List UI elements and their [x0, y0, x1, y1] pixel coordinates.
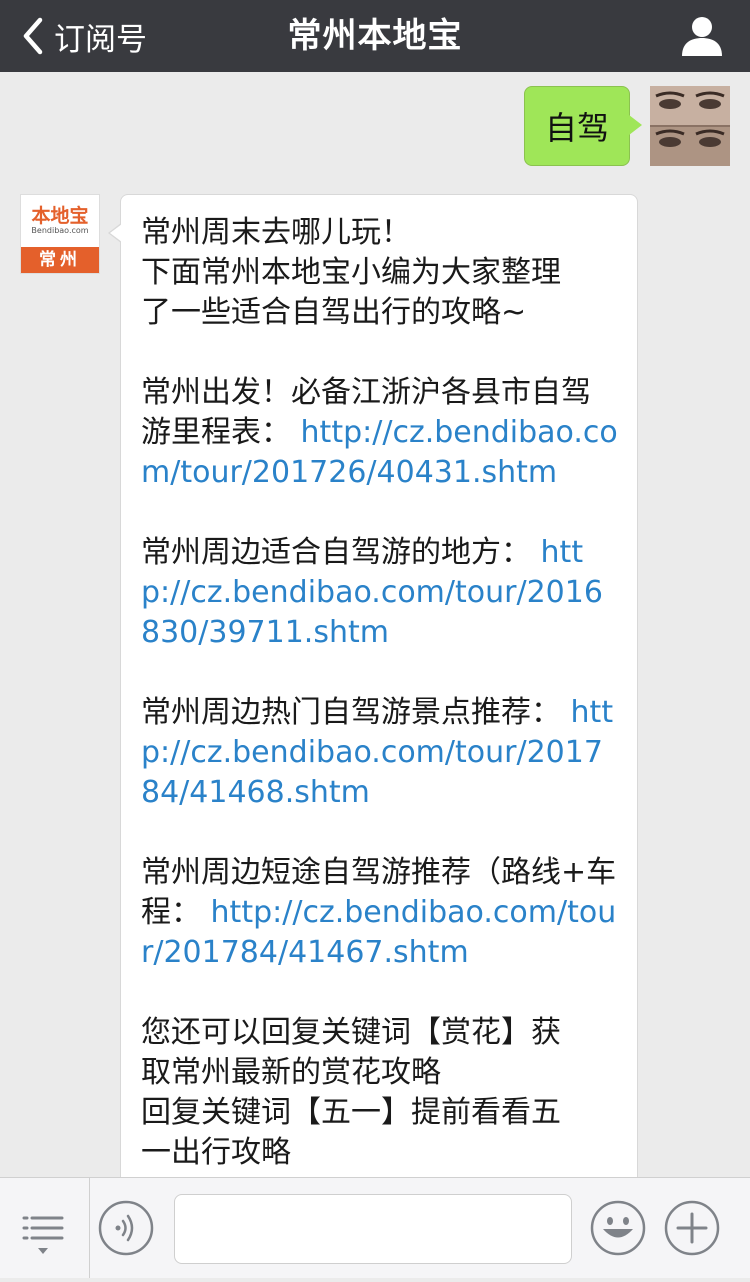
- back-label: 订阅号: [54, 21, 147, 58]
- logo-city: 常州: [21, 247, 99, 273]
- voice-icon[interactable]: [98, 1200, 154, 1256]
- emoji-icon[interactable]: [590, 1200, 646, 1256]
- bendibao-logo: 本地宝 Bendibao.com: [21, 195, 99, 247]
- message-line: 您还可以回复关键词【赏花】获: [141, 1015, 561, 1050]
- back-chevron-icon: [23, 17, 43, 55]
- plus-icon[interactable]: [664, 1200, 720, 1256]
- menu-list-icon: [22, 1216, 64, 1254]
- message-line: 常州周末去哪儿玩！: [141, 215, 411, 250]
- message-line: 取常州最新的赏花攻略: [141, 1055, 441, 1090]
- user-avatar-image: [650, 86, 730, 166]
- logo-domain: Bendibao.com: [31, 226, 89, 235]
- link-paragraph: 常州周边适合自驾游的地方： http://cz.bendibao.com/tou…: [141, 533, 619, 653]
- link-paragraph: 常州出发！必备江浙沪各县市自驾游里程表： http://cz.bendibao.…: [141, 373, 619, 493]
- message-text: 常州周边适合自驾游的地方：: [141, 535, 531, 570]
- bot-avatar[interactable]: 本地宝 Bendibao.com 常州: [20, 194, 100, 274]
- link-paragraph: 常州周边热门自驾游景点推荐： http://cz.bendibao.com/to…: [141, 693, 619, 813]
- input-bar: [0, 1177, 750, 1278]
- back-button[interactable]: 订阅号: [18, 0, 147, 72]
- message-input[interactable]: [174, 1194, 572, 1264]
- message-line: 一出行攻略: [141, 1135, 291, 1170]
- profile-icon[interactable]: [680, 14, 724, 58]
- outgoing-message-text: 自驾: [544, 109, 609, 147]
- message-line: 了一些适合自驾出行的攻略~: [141, 295, 527, 330]
- short-trip-link[interactable]: http://cz.bendibao.com/tour/201784/41467…: [141, 895, 616, 970]
- nav-bar: 订阅号 常州本地宝: [0, 0, 750, 72]
- incoming-message[interactable]: 常州周末去哪儿玩！ 下面常州本地宝小编为大家整理 了一些适合自驾出行的攻略~ 常…: [108, 194, 638, 1177]
- logo-brand: 本地宝: [31, 205, 89, 227]
- outgoing-message[interactable]: 自驾: [524, 86, 642, 166]
- intro-paragraph: 常州周末去哪儿玩！ 下面常州本地宝小编为大家整理 了一些适合自驾出行的攻略~: [141, 213, 619, 333]
- menu-button[interactable]: [0, 1178, 90, 1278]
- message-line: 回复关键词【五一】提前看看五: [141, 1095, 561, 1130]
- user-avatar[interactable]: [650, 86, 730, 166]
- message-text: 常州周边热门自驾游景点推荐：: [141, 695, 561, 730]
- keyword-paragraph: 您还可以回复关键词【赏花】获 取常州最新的赏花攻略 回复关键词【五一】提前看看五…: [141, 1013, 619, 1173]
- chat-area[interactable]: 自驾 本地宝 Bendibao.com 常州 常州周末去哪儿玩！ 下面常州本地宝…: [0, 72, 750, 1177]
- message-line: 下面常州本地宝小编为大家整理: [141, 255, 561, 290]
- link-paragraph: 常州周边短途自驾游推荐（路线+车程： http://cz.bendibao.co…: [141, 853, 619, 973]
